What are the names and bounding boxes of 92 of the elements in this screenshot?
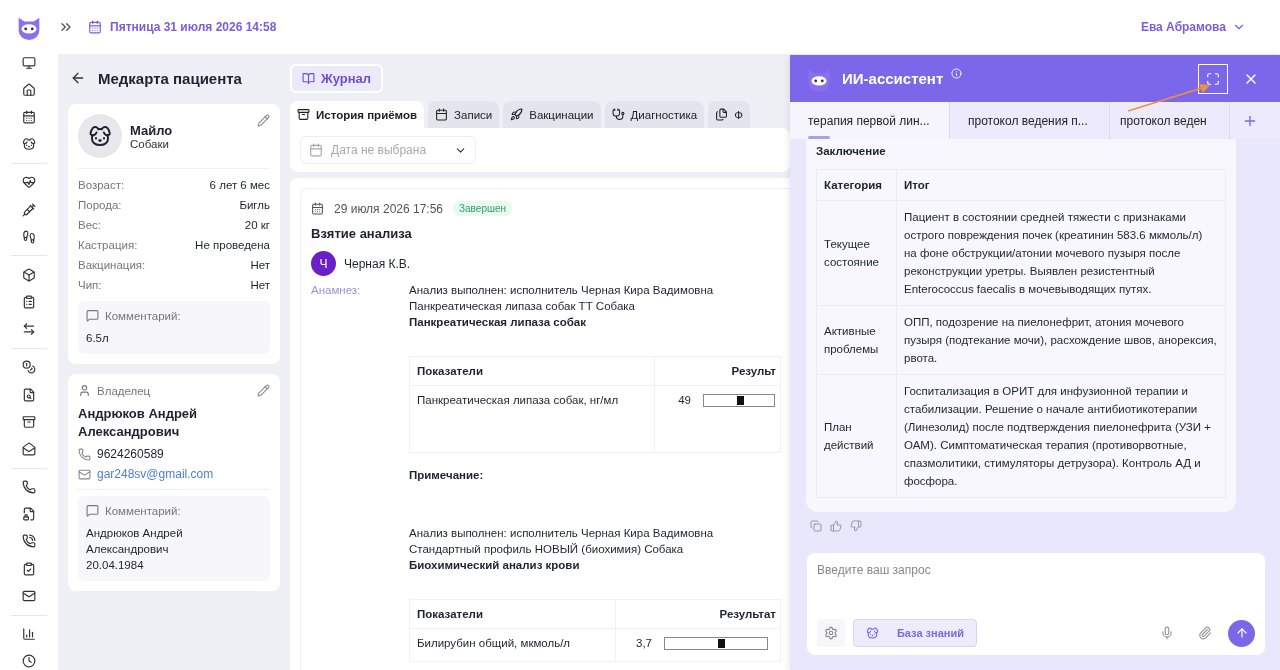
calendar-icon bbox=[309, 143, 323, 157]
maximize-icon bbox=[1206, 71, 1220, 86]
patient-name: Майло bbox=[130, 122, 173, 138]
field-label: Вакцинация: bbox=[78, 259, 146, 271]
doctor-name: Черная К.В. bbox=[344, 256, 411, 271]
tab[interactable]: Вакцинации bbox=[503, 101, 601, 128]
result-value: 3,7 bbox=[635, 636, 652, 651]
comment-icon bbox=[86, 309, 99, 322]
visit-title: Взятие анализа bbox=[311, 226, 413, 241]
calendar-icon bbox=[435, 108, 449, 121]
anamnesis-text: Панкреатическая липаза собак ТТ Собака bbox=[409, 299, 636, 314]
book-icon bbox=[302, 72, 315, 85]
table-cell: Текущее состояние bbox=[816, 200, 897, 306]
patient-species: Собаки bbox=[130, 137, 170, 150]
owner-label: Владелец bbox=[97, 384, 151, 397]
anamnesis-text: Анализ выполнен: исполнитель Черная Кира Вадимовна bbox=[409, 526, 715, 541]
send-button[interactable] bbox=[1228, 619, 1255, 647]
owner-phone: 9624260589 bbox=[97, 447, 164, 461]
column-header: Итог bbox=[896, 169, 1226, 201]
column-header: Результат bbox=[615, 599, 781, 629]
comment-text: 6.5л bbox=[86, 331, 110, 346]
edit-icon[interactable] bbox=[257, 384, 270, 397]
note-label: Примечание: bbox=[409, 468, 485, 483]
info-icon bbox=[951, 68, 963, 79]
field-label: Кастрация: bbox=[78, 239, 138, 251]
query-field[interactable]: Введите ваш запрос База знаний bbox=[807, 553, 1265, 655]
mail-icon bbox=[78, 467, 91, 481]
anamnesis-text: Стандартный профиль НОВЫЙ (биохимия) Собака bbox=[409, 542, 685, 557]
settings-icon bbox=[824, 626, 838, 640]
table-cell: ОПП, подозрение на пиелонефрит, атония мочевого пузыря (подтекание мочи), расхождение швов, анорексия, рвота. bbox=[896, 305, 1226, 375]
calendar-icon bbox=[88, 20, 102, 34]
anamnesis-label: Анамнез: bbox=[311, 284, 362, 298]
thumbs-up-icon[interactable] bbox=[830, 520, 842, 532]
maximize-button[interactable] bbox=[1198, 63, 1228, 94]
page-title: Медкарта пациента bbox=[98, 69, 242, 87]
assistant-title: ИИ-ассистент bbox=[842, 70, 944, 87]
field-value: 6 лет 6 мес bbox=[209, 179, 270, 191]
column-header: Категория bbox=[816, 169, 897, 201]
thumbs-down-icon[interactable] bbox=[850, 520, 862, 532]
tab[interactable]: История приёмов bbox=[290, 101, 425, 128]
conclusion-title: Заключение bbox=[816, 145, 887, 157]
user-menu[interactable]: Ева Абрамова bbox=[1134, 19, 1252, 35]
field-label: Порода: bbox=[78, 199, 122, 211]
doctor-avatar: Ч bbox=[311, 251, 336, 276]
knowledge-base-button[interactable]: База знаний bbox=[853, 619, 977, 647]
dog-avatar-icon bbox=[78, 114, 122, 158]
journal-button[interactable]: Журнал bbox=[290, 64, 384, 93]
table-cell: Госпитализация в ОРИТ для инфузионной терапии и стабилизации. Решение о начале антибиотикотерапии (Линезолид) после подтверждения пиелонефрита (УЗИ + ОАМ). Симптоматическая терапия (противорвотные, спазмолитики, стимуляторы детрузора). Контроль АД и фосфора. bbox=[896, 374, 1226, 498]
field-value: 20 кг bbox=[244, 219, 270, 231]
back-arrow-icon[interactable] bbox=[70, 70, 86, 86]
field-value: Нет bbox=[250, 279, 270, 291]
phone-icon bbox=[78, 447, 91, 461]
comment-label: Комментарий: bbox=[105, 309, 181, 322]
user-icon bbox=[78, 384, 91, 397]
tab[interactable]: Ф bbox=[708, 101, 750, 128]
comment-label: Комментарий: bbox=[105, 504, 181, 517]
status-badge: Завершен bbox=[453, 201, 513, 216]
table-cell: Активные проблемы bbox=[816, 305, 897, 375]
table-cell: План действий bbox=[816, 374, 897, 498]
calendar-icon bbox=[311, 202, 324, 215]
field-value: Бигль bbox=[239, 199, 270, 211]
owner-name: Андрюков Андрей Александрович bbox=[78, 405, 199, 441]
comment-icon bbox=[86, 504, 99, 517]
analysis-heading: Биохимический анализ крови bbox=[409, 558, 581, 573]
archive-icon bbox=[297, 108, 310, 121]
column-header: Результ bbox=[654, 356, 781, 386]
arrow-up-icon bbox=[1234, 626, 1249, 640]
anamnesis-text: Анализ выполнен: исполнитель Черная Кира Вадимовна bbox=[409, 283, 715, 298]
settings-button[interactable] bbox=[817, 619, 845, 647]
field-label: Вес: bbox=[78, 219, 101, 231]
rocket-icon bbox=[510, 108, 524, 121]
current-date: Пятница 31 июля 2026 14:58 bbox=[88, 20, 277, 34]
field-label: Чип: bbox=[78, 279, 102, 291]
result-value: 49 bbox=[677, 393, 691, 408]
edit-icon[interactable] bbox=[257, 114, 270, 127]
email-link[interactable]: gar248sv@gmail.com bbox=[97, 467, 214, 481]
tab[interactable]: Диагностика bbox=[604, 101, 705, 128]
column-header: Показатели bbox=[409, 599, 616, 629]
field-value: Не проведена bbox=[195, 239, 270, 251]
documents-icon bbox=[715, 108, 729, 121]
comment-text: Андрюков Андрей Александрович 20.04.1984 bbox=[86, 526, 184, 573]
tab[interactable]: Записи bbox=[428, 101, 500, 128]
table-cell: Панкреатическая липаза собак, нг/мл bbox=[409, 385, 655, 453]
table-cell: Билирубин общий, мкмоль/л bbox=[409, 628, 616, 662]
stethoscope-icon bbox=[611, 108, 625, 121]
analysis-heading: Панкреатическая липаза собак bbox=[409, 315, 587, 330]
visit-date: 29 июля 2026 17:56 bbox=[334, 201, 443, 216]
field-value: Нет bbox=[250, 259, 270, 271]
column-header: Показатели bbox=[409, 356, 655, 386]
table-cell: Пациент в состоянии средней тяжести с признаками острого повреждения почек (креатинин 583.6 мкмоль/л) на фоне обструкции/атонии мочевого пузыря после реконструкции уретры. Выявлен резистентный Enterococcus faecalis в мочевыводящих путях. bbox=[896, 200, 1226, 306]
chat-tab[interactable]: терапия первой лин... bbox=[790, 102, 950, 139]
field-label: Возраст: bbox=[78, 179, 125, 191]
